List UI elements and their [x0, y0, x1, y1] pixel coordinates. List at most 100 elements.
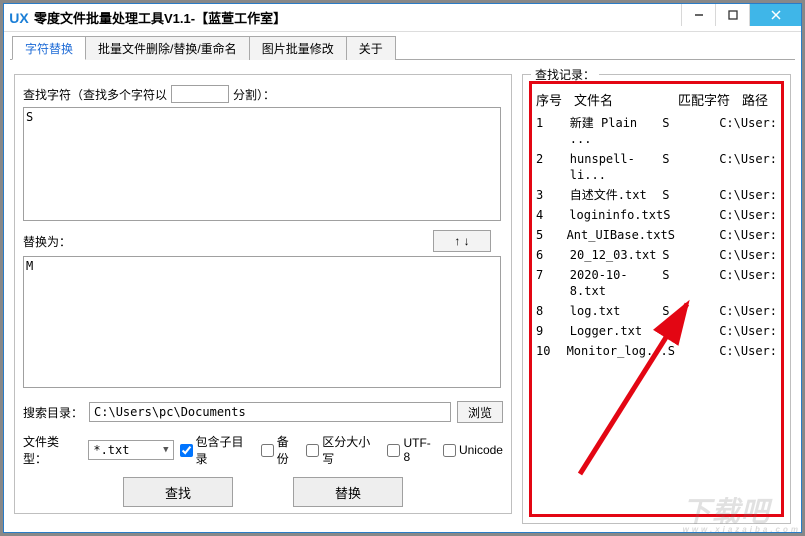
find-label-row: 查找字符（查找多个字符以 分割）：	[23, 85, 503, 103]
checkbox-unicode-input[interactable]	[443, 444, 456, 457]
header-match: 匹配字符	[678, 90, 742, 109]
table-row[interactable]: 3自述文件.txtSC:\User:	[532, 185, 781, 205]
replace-textarea[interactable]: M	[23, 256, 501, 388]
table-row[interactable]: 5Ant_UIBase.txtSC:\User:	[532, 225, 781, 245]
watermark-main: 下载吧	[683, 496, 770, 527]
dir-row: 搜索目录： 浏览	[23, 401, 503, 423]
tab-image-batch[interactable]: 图片批量修改	[249, 36, 347, 60]
cell-no: 9	[536, 323, 570, 339]
cell-filename: log.txt	[570, 303, 662, 319]
header-no: 序号	[536, 90, 574, 109]
cell-match: S	[662, 151, 719, 183]
chevron-down-icon: ▼	[163, 445, 168, 455]
checkbox-unicode-label: Unicode	[459, 443, 503, 457]
table-row[interactable]: 10Monitor_log...SC:\User:	[532, 341, 781, 361]
find-textarea[interactable]: S	[23, 107, 501, 221]
minimize-button[interactable]	[681, 4, 715, 26]
checkbox-casesens[interactable]: 区分大小写	[306, 433, 381, 467]
swap-row: 替换为： ↑ ↓	[23, 230, 501, 252]
results-header: 序号 文件名 匹配字符 路径	[532, 84, 781, 113]
watermark-sub: www.xiazaiba.com	[683, 526, 801, 534]
dir-label: 搜索目录：	[23, 404, 83, 421]
tab-bar: 字符替换 批量文件删除/替换/重命名 图片批量修改 关于	[4, 32, 801, 60]
results-group: 查找记录： 序号 文件名 匹配字符 路径 1新建 Plain ...SC:\Us…	[522, 74, 791, 524]
checkbox-utf8[interactable]: UTF-8	[387, 436, 436, 464]
cell-path: C:\User:	[719, 267, 777, 299]
checkbox-subdir[interactable]: 包含子目录	[180, 433, 255, 467]
find-label-suffix: 分割）：	[233, 86, 275, 103]
maximize-button[interactable]	[715, 4, 749, 26]
results-highlight-box: 序号 文件名 匹配字符 路径 1新建 Plain ...SC:\User:2hu…	[529, 81, 784, 517]
checkbox-backup[interactable]: 备份	[261, 433, 301, 467]
cell-path: C:\User:	[719, 151, 777, 183]
table-row[interactable]: 9Logger.txtSC:\User:	[532, 321, 781, 341]
table-row[interactable]: 2hunspell-li...SC:\User:	[532, 149, 781, 185]
cell-path: C:\User:	[719, 227, 777, 243]
cell-match: S	[662, 115, 719, 147]
cell-no: 1	[536, 115, 570, 147]
checkbox-casesens-label: 区分大小写	[322, 433, 381, 467]
cell-path: C:\User:	[719, 343, 777, 359]
dir-input[interactable]	[89, 402, 451, 422]
tab-char-replace[interactable]: 字符替换	[12, 36, 86, 60]
cell-no: 7	[536, 267, 570, 299]
type-value: *.txt	[93, 443, 129, 457]
find-button[interactable]: 查找	[123, 477, 233, 507]
cell-match: S	[662, 187, 719, 203]
cell-path: C:\User:	[719, 207, 777, 223]
left-column: 查找字符（查找多个字符以 分割）： S 替换为： ↑ ↓ M 搜索目录： 浏览 …	[14, 68, 512, 524]
table-row[interactable]: 4logininfo.txtSC:\User:	[532, 205, 781, 225]
replace-label: 替换为：	[23, 233, 71, 250]
cell-no: 8	[536, 303, 570, 319]
checkbox-casesens-input[interactable]	[306, 444, 319, 457]
checkbox-utf8-label: UTF-8	[403, 436, 436, 464]
cell-no: 4	[536, 207, 569, 223]
cell-match: S	[668, 343, 719, 359]
right-column: 查找记录： 序号 文件名 匹配字符 路径 1新建 Plain ...SC:\Us…	[522, 68, 791, 524]
cell-match: S	[662, 247, 719, 263]
cell-path: C:\User:	[719, 323, 777, 339]
checkbox-subdir-input[interactable]	[180, 444, 193, 457]
window-controls	[681, 4, 801, 26]
cell-path: C:\User:	[719, 187, 777, 203]
cell-filename: 20_12_03.txt	[570, 247, 662, 263]
cell-match: S	[668, 227, 719, 243]
left-group: 查找字符（查找多个字符以 分割）： S 替换为： ↑ ↓ M 搜索目录： 浏览 …	[14, 74, 512, 514]
window-title: 零度文件批量处理工具V1.1-【蓝萱工作室】	[34, 8, 286, 27]
cell-no: 10	[536, 343, 567, 359]
table-row[interactable]: 8log.txtSC:\User:	[532, 301, 781, 321]
tab-batch-file[interactable]: 批量文件删除/替换/重命名	[85, 36, 250, 60]
cell-path: C:\User:	[719, 115, 777, 147]
header-path: 路径	[742, 90, 777, 109]
cell-filename: Ant_UIBase.txt	[567, 227, 668, 243]
titlebar[interactable]: UX 零度文件批量处理工具V1.1-【蓝萱工作室】	[4, 4, 801, 32]
tab-about[interactable]: 关于	[346, 36, 396, 60]
filter-row: 文件类型： *.txt ▼ 包含子目录 备份 区	[23, 433, 503, 467]
checkbox-unicode[interactable]: Unicode	[443, 443, 503, 457]
table-row[interactable]: 1新建 Plain ...SC:\User:	[532, 113, 781, 149]
table-row[interactable]: 620_12_03.txtSC:\User:	[532, 245, 781, 265]
action-row: 查找 替换	[23, 477, 503, 507]
cell-path: C:\User:	[719, 303, 777, 319]
browse-button[interactable]: 浏览	[457, 401, 503, 423]
cell-match: S	[662, 303, 719, 319]
results-rows[interactable]: 1新建 Plain ...SC:\User:2hunspell-li...SC:…	[532, 113, 781, 361]
swap-button[interactable]: ↑ ↓	[433, 230, 491, 252]
cell-match: S	[662, 267, 719, 299]
replace-button[interactable]: 替换	[293, 477, 403, 507]
cell-filename: logininfo.txt	[569, 207, 663, 223]
content-area: 查找字符（查找多个字符以 分割）： S 替换为： ↑ ↓ M 搜索目录： 浏览 …	[4, 60, 801, 534]
cell-filename: 2020-10-8.txt	[570, 267, 662, 299]
table-row[interactable]: 72020-10-8.txtSC:\User:	[532, 265, 781, 301]
cell-no: 6	[536, 247, 570, 263]
cell-no: 2	[536, 151, 570, 183]
find-label-prefix: 查找字符（查找多个字符以	[23, 86, 167, 103]
cell-match: S	[662, 323, 719, 339]
checkbox-backup-input[interactable]	[261, 444, 274, 457]
type-select[interactable]: *.txt ▼	[88, 440, 173, 460]
watermark: 下载吧 www.xiazaiba.com	[683, 498, 801, 534]
checkbox-utf8-input[interactable]	[387, 444, 400, 457]
cell-filename: Monitor_log...	[567, 343, 668, 359]
close-button[interactable]	[749, 4, 801, 26]
split-input[interactable]	[171, 85, 229, 103]
